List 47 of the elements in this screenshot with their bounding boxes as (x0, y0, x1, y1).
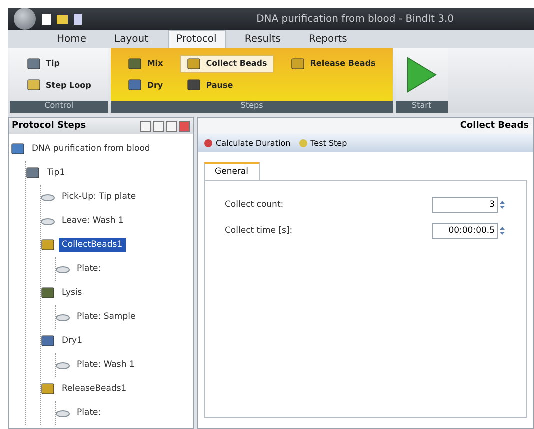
field-label: Collect time [s]: (225, 226, 294, 236)
ribbon-tab[interactable]: Protocol (168, 30, 226, 48)
ribbon-button[interactable]: Release Beads (284, 54, 383, 73)
tree-item[interactable]: Plate: (74, 262, 104, 276)
circle-icon (204, 138, 213, 148)
ribbon-button[interactable]: Pause (180, 76, 274, 94)
ribbon-button[interactable]: Tip (20, 54, 98, 73)
ribbon-button[interactable]: Step Loop (20, 76, 98, 94)
ribbon-button[interactable]: Collect Beads (180, 54, 274, 73)
tree-item[interactable]: Plate: Wash 1 (74, 358, 138, 372)
field-label: Collect count: (225, 200, 285, 210)
tree-item[interactable]: Dry1 (59, 334, 86, 348)
tree-item[interactable]: Pick-Up: Tip plate (59, 190, 140, 204)
tree-item[interactable]: Plate: (74, 406, 104, 420)
ribbon-button[interactable]: Mix (121, 54, 170, 73)
tree-item[interactable]: Plate: Sample (74, 310, 139, 324)
window-title: DNA purification from blood - BindIt 3.0 (256, 14, 455, 24)
tab[interactable]: General (204, 162, 260, 180)
tree-item[interactable]: Leave: Wash 1 (59, 214, 127, 228)
collapse-button[interactable] (140, 120, 151, 132)
tree-item[interactable]: ReleaseBeads1 (59, 382, 130, 396)
tree-item[interactable]: DNA purification from blood (29, 142, 154, 156)
expand-button[interactable] (153, 120, 164, 132)
ribbon-button[interactable]: Dry (121, 76, 170, 94)
group-label: Control (10, 101, 108, 113)
panel-title: Collect Beads (198, 118, 533, 134)
tree-item[interactable]: Tip1 (44, 166, 68, 180)
spin-field[interactable]: 3 (432, 197, 498, 213)
group-label: Steps (111, 101, 393, 113)
ribbon-tab[interactable]: Layout (106, 30, 158, 48)
spinner-arrows-icon[interactable] (499, 199, 506, 211)
group-label: Start (396, 101, 448, 113)
close-button[interactable] (179, 120, 190, 132)
spinner-arrows-icon[interactable] (499, 225, 506, 237)
ribbon-tab[interactable]: Home (48, 30, 96, 48)
tree-item[interactable]: Lysis (59, 286, 86, 300)
circle-icon (298, 138, 308, 148)
ribbon-tab[interactable]: Results (236, 30, 290, 48)
app-button[interactable] (14, 8, 36, 30)
ribbon-tab[interactable]: Reports (300, 30, 356, 48)
spin-field[interactable]: 00:00:00.5 (432, 223, 498, 239)
pin-button[interactable] (166, 120, 177, 132)
panel-title: Protocol Steps (12, 121, 88, 131)
play-icon[interactable] (406, 56, 438, 94)
toolbar-button[interactable]: Test Step (296, 138, 350, 148)
toolbar-button[interactable]: Calculate Duration (202, 138, 293, 148)
tree-item[interactable]: CollectBeads1 (59, 238, 126, 252)
